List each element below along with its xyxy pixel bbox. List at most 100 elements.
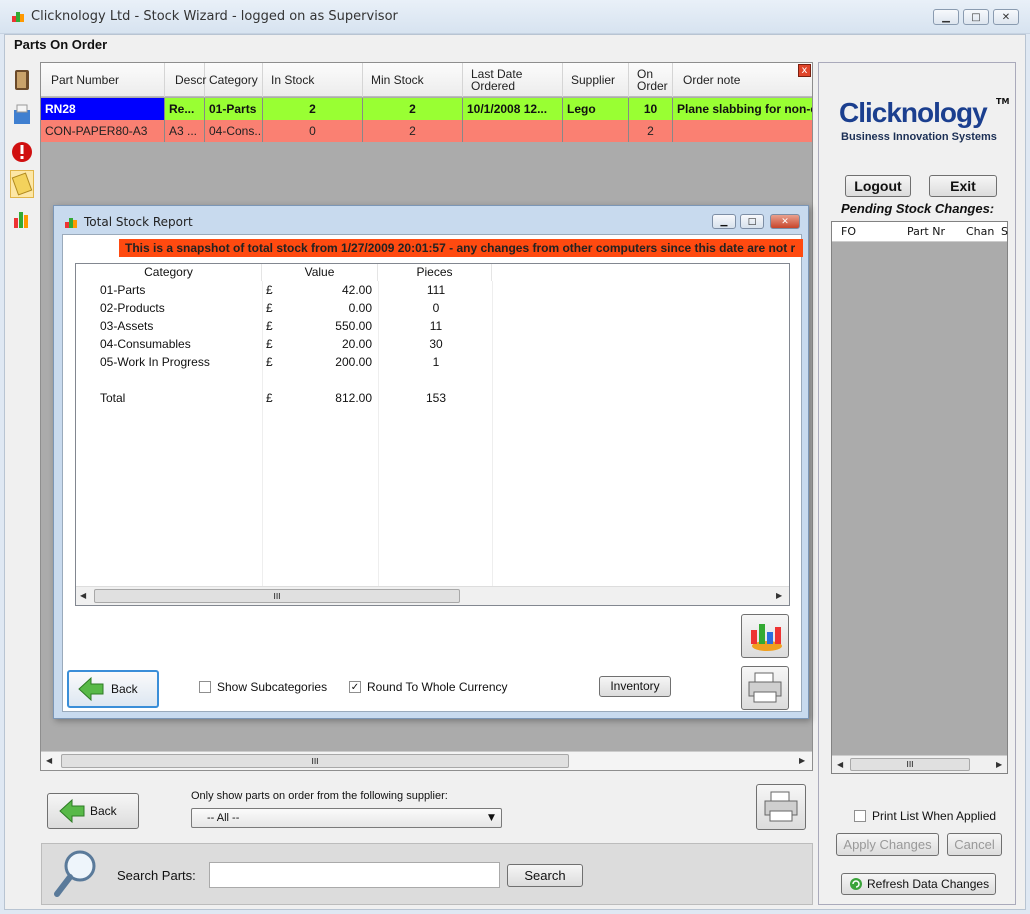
close-window-button[interactable]: ✕ (993, 9, 1019, 25)
total-category: Total (100, 391, 126, 405)
scroll-left-icon[interactable]: ◀ (46, 756, 52, 765)
report-horizontal-scrollbar[interactable]: ◀ III ▶ (76, 586, 789, 605)
chart-icon (751, 624, 782, 651)
show-subcategories-label[interactable]: Show Subcategories (217, 680, 327, 694)
cell-on-order: 10 (629, 98, 673, 120)
col-category[interactable]: Category (205, 63, 263, 97)
total-stock-report-dialog: Total Stock Report ▁ □ ✕ This is a snaps… (53, 205, 809, 719)
table-row[interactable]: 03-Assets £ 550.00 11 (76, 317, 789, 335)
search-label: Search Parts: (117, 868, 196, 883)
col-category[interactable]: Category (76, 264, 262, 281)
cell-on-order: 2 (629, 120, 673, 142)
printer-icon (748, 672, 782, 703)
parts-on-order-icon[interactable] (10, 170, 34, 198)
chevron-down-icon: ▼ (488, 813, 495, 823)
scroll-right-icon[interactable]: ▶ (799, 756, 805, 765)
row-currency: £ (266, 319, 273, 333)
col-on-order[interactable]: On Order (629, 63, 673, 97)
logout-button[interactable]: Logout (845, 175, 911, 197)
row-pieces: 0 (432, 301, 440, 315)
exit-button[interactable]: Exit (929, 175, 997, 197)
row-pieces: 111 (426, 283, 446, 297)
row-currency: £ (266, 337, 273, 351)
scroll-thumb[interactable]: III (850, 758, 970, 771)
dialog-minimize-button[interactable]: ▁ (712, 214, 736, 229)
dialog-close-button[interactable]: ✕ (770, 214, 800, 229)
col-min-stock[interactable]: Min Stock (363, 63, 463, 97)
row-value: 550.00 (335, 319, 372, 333)
col-value[interactable]: Value (262, 264, 378, 281)
search-input[interactable] (209, 862, 500, 888)
cell-category: 04-Cons... (205, 120, 263, 142)
row-pieces: 1 (432, 355, 440, 369)
total-currency: £ (266, 391, 273, 405)
col-descr[interactable]: Descr (165, 63, 206, 97)
magnifier-icon (54, 850, 96, 897)
report-chart-icon[interactable] (10, 205, 34, 233)
col-fo[interactable]: FO (841, 225, 856, 238)
col-part-number[interactable]: Part Number (41, 63, 165, 97)
back-button[interactable]: Back (67, 670, 159, 708)
round-currency-label[interactable]: Round To Whole Currency (367, 680, 508, 694)
cancel-button[interactable]: Cancel (947, 833, 1002, 856)
chart-button[interactable] (741, 614, 789, 658)
cell-last-date: 10/1/2008 12... (463, 98, 563, 120)
supplier-select[interactable]: -- All -- ▼ (191, 808, 502, 828)
grid-horizontal-scrollbar[interactable]: ◀ III ▶ (41, 751, 812, 770)
main-back-button[interactable]: Back (47, 793, 139, 829)
supplier-filter-label: Only show parts on order from the follow… (191, 790, 448, 802)
refresh-data-button[interactable]: Refresh Data Changes (841, 873, 996, 895)
col-supplier[interactable]: Supplier (563, 63, 629, 97)
brand-logo: Clicknology (839, 97, 988, 128)
cell-part-number: CON-PAPER80-A3 (41, 120, 165, 142)
col-pieces[interactable]: Pieces (378, 264, 492, 281)
dialog-maximize-button[interactable]: □ (740, 214, 764, 229)
dialog-body: This is a snapshot of total stock from 1… (62, 234, 803, 712)
right-panel: Clicknology TM Business Innovation Syste… (818, 62, 1016, 905)
maximize-button[interactable]: □ (963, 9, 989, 25)
table-row[interactable]: 02-Products £ 0.00 0 (76, 299, 789, 317)
row-category: 03-Assets (100, 319, 154, 333)
table-row[interactable]: CON-PAPER80-A3 A3 ... 04-Cons... 0 2 2 (41, 120, 812, 142)
col-empty (492, 264, 789, 281)
scroll-left-icon[interactable]: ◀ (80, 591, 86, 600)
parts-box-icon[interactable] (10, 100, 34, 128)
print-button[interactable] (741, 666, 789, 710)
table-row[interactable]: 04-Consumables £ 20.00 30 (76, 335, 789, 353)
scroll-left-icon[interactable]: ◀ (837, 760, 843, 769)
table-row[interactable]: RN28 Re... 01-Parts 2 2 10/1/2008 12... … (41, 98, 812, 120)
snapshot-banner: This is a snapshot of total stock from 1… (119, 239, 803, 257)
page-title: Parts On Order (14, 37, 108, 52)
round-currency-checkbox[interactable]: ✓ (349, 681, 361, 693)
scroll-right-icon[interactable]: ▶ (776, 591, 782, 600)
refresh-icon (850, 878, 862, 890)
table-row[interactable]: 01-Parts £ 42.00 111 (76, 281, 789, 299)
total-row[interactable]: Total £ 812.00 153 (76, 389, 789, 407)
cell-in-stock: 0 (263, 120, 363, 142)
cell-min-stock: 2 (363, 120, 463, 142)
minimize-button[interactable]: ▁ (933, 9, 959, 25)
row-pieces: 11 (429, 319, 443, 333)
print-button[interactable] (756, 784, 806, 830)
scroll-right-icon[interactable]: ▶ (996, 760, 1002, 769)
grid-close-icon[interactable]: x (798, 64, 811, 77)
pending-horizontal-scrollbar[interactable]: ◀ III ▶ (832, 755, 1007, 773)
col-change[interactable]: Chan (966, 225, 994, 238)
col-s[interactable]: S (1001, 225, 1008, 238)
scroll-thumb[interactable]: III (61, 754, 569, 768)
search-button[interactable]: Search (507, 864, 583, 887)
alert-icon[interactable] (10, 138, 34, 166)
print-list-label[interactable]: Print List When Applied (872, 809, 996, 823)
table-row[interactable]: 05-Work In Progress £ 200.00 1 (76, 353, 789, 371)
pending-title: Pending Stock Changes: (841, 201, 995, 216)
print-list-checkbox[interactable] (854, 810, 866, 822)
col-part-nr[interactable]: Part Nr (907, 225, 945, 238)
stock-book-icon[interactable] (10, 66, 34, 94)
show-subcategories-checkbox[interactable] (199, 681, 211, 693)
col-last-date-ordered[interactable]: Last Date Ordered (463, 63, 563, 97)
col-in-stock[interactable]: In Stock (263, 63, 363, 97)
inventory-button[interactable]: Inventory (599, 676, 671, 697)
scroll-thumb[interactable]: III (94, 589, 460, 603)
apply-changes-button[interactable]: Apply Changes (836, 833, 939, 856)
col-order-note[interactable]: Order note (673, 63, 812, 97)
